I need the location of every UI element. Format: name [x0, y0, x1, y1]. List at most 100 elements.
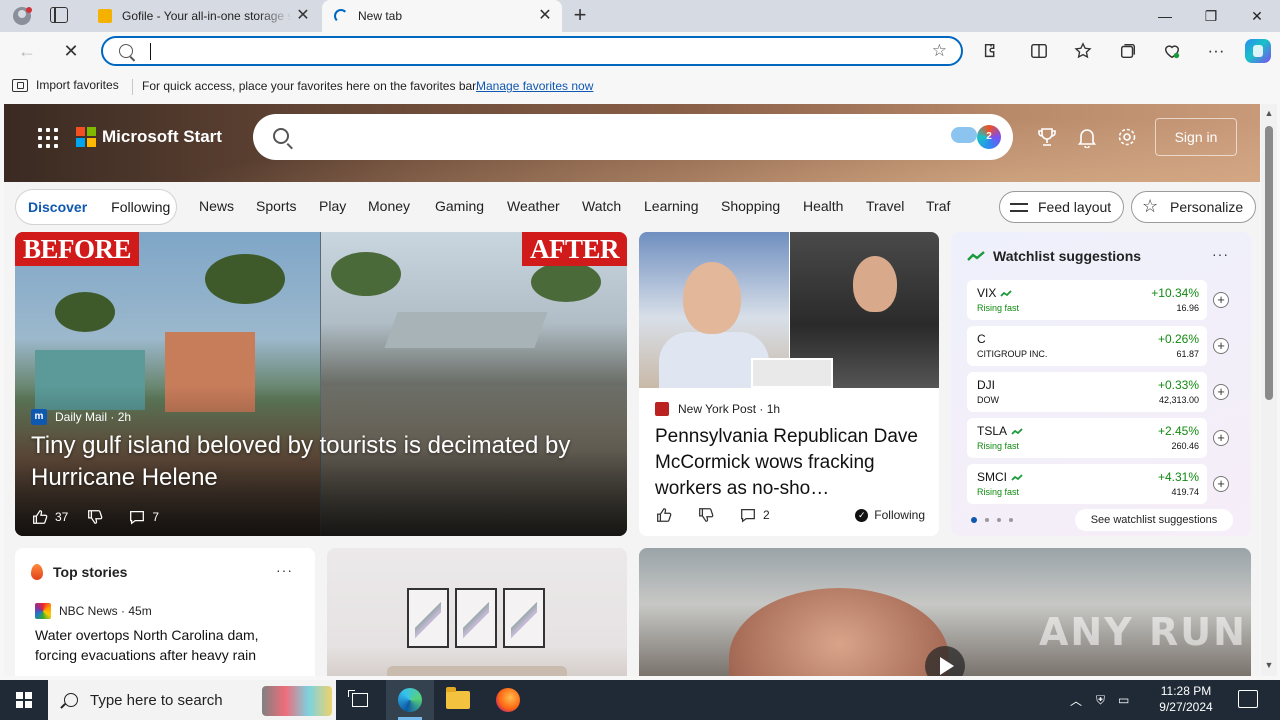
video-story-card[interactable]: ANY RUN — [639, 548, 1251, 676]
category-travel[interactable]: Travel — [866, 198, 904, 214]
profile-avatar-icon[interactable] — [8, 4, 36, 28]
category-play[interactable]: Play — [319, 198, 346, 214]
stock-row[interactable]: DJI DOW +0.33% 42,313.00 — [967, 372, 1207, 412]
close-tab-icon[interactable]: ✕ — [292, 5, 314, 27]
more-options-icon[interactable]: ··· — [1212, 246, 1229, 262]
add-to-watchlist-button[interactable]: + — [1213, 292, 1229, 308]
taskbar-file-explorer[interactable] — [434, 680, 482, 720]
dislike-button[interactable] — [86, 508, 110, 526]
start-button[interactable] — [0, 680, 48, 720]
personalize-button[interactable]: Personalize — [1131, 191, 1257, 223]
more-options-icon[interactable]: ··· — [276, 562, 293, 578]
story-headline[interactable]: Tiny gulf island beloved by tourists is … — [31, 430, 611, 494]
page-scrollbar[interactable]: ▲ ▼ — [1261, 104, 1277, 676]
play-icon[interactable] — [925, 646, 965, 676]
add-to-watchlist-button[interactable]: + — [1213, 476, 1229, 492]
following-button[interactable]: ✓ Following — [855, 508, 925, 522]
stock-subtitle: CITIGROUP INC. — [977, 349, 1048, 359]
copilot-badge-icon[interactable]: 2 — [977, 125, 1001, 149]
category-learning[interactable]: Learning — [644, 198, 699, 214]
image-story-card[interactable] — [327, 548, 627, 676]
like-button[interactable] — [655, 506, 679, 524]
close-tab-icon[interactable]: ✕ — [534, 5, 556, 27]
settings-gear-icon[interactable] — [1115, 125, 1139, 149]
category-shopping[interactable]: Shopping — [721, 198, 780, 214]
rewards-trophy-icon[interactable] — [1035, 125, 1059, 149]
category-health[interactable]: Health — [803, 198, 843, 214]
hero-story-card[interactable]: BEFORE AFTER m Daily Mail · 2h Tiny gulf… — [15, 232, 627, 536]
folder-icon — [446, 687, 470, 709]
scrollbar-thumb[interactable] — [1265, 126, 1273, 400]
category-money[interactable]: Money — [368, 198, 410, 214]
system-clock[interactable]: 11:28 PM 9/27/2024 — [1140, 683, 1232, 715]
restore-button[interactable]: ❐ — [1188, 0, 1234, 32]
tab-actions-icon[interactable] — [50, 7, 68, 23]
msn-start-page: Microsoft Start 2 Sign in Discover Follo… — [4, 104, 1260, 676]
task-view-button[interactable] — [336, 680, 384, 720]
category-traffic[interactable]: Traf — [926, 198, 950, 214]
source-name: New York Post — [678, 402, 757, 416]
see-watchlist-suggestions-button[interactable]: See watchlist suggestions — [1075, 509, 1233, 531]
story-headline[interactable]: Pennsylvania Republican Dave McCormick w… — [655, 424, 925, 502]
notifications-icon[interactable] — [1238, 690, 1258, 708]
minimize-button[interactable]: — — [1142, 0, 1188, 32]
copilot-icon[interactable] — [1245, 39, 1271, 63]
nbc-news-logo-icon — [35, 603, 51, 619]
taskbar-search-placeholder: Type here to search — [90, 691, 223, 709]
split-screen-icon[interactable] — [1024, 36, 1054, 66]
stock-row[interactable]: SMCI Rising fast +4.31% 419.74 — [967, 464, 1207, 504]
back-button[interactable]: ← — [12, 36, 42, 66]
tab-following[interactable]: Following — [99, 199, 182, 215]
show-hidden-icons-button[interactable]: ︿ — [1070, 680, 1082, 720]
address-input[interactable] — [149, 41, 909, 61]
add-favorite-star-icon[interactable]: ☆ — [932, 41, 947, 61]
comments-button[interactable]: 7 — [128, 508, 159, 526]
category-watch[interactable]: Watch — [582, 198, 621, 214]
weather-cloud-icon[interactable] — [951, 127, 977, 143]
notifications-bell-icon[interactable] — [1075, 125, 1099, 149]
category-sports[interactable]: Sports — [256, 198, 296, 214]
category-news[interactable]: News — [199, 198, 234, 214]
stock-row[interactable]: C CITIGROUP INC. +0.26% 61.87 — [967, 326, 1207, 366]
security-icon[interactable]: ⛨ — [1096, 680, 1105, 720]
like-button[interactable]: 37 — [31, 508, 68, 526]
network-icon[interactable]: ▭ — [1118, 680, 1129, 720]
settings-more-icon[interactable]: ··· — [1201, 36, 1231, 66]
new-tab-button[interactable]: + — [568, 4, 592, 28]
taskbar-firefox[interactable] — [484, 680, 532, 720]
carousel-pager[interactable] — [971, 517, 1013, 523]
tab-new-tab[interactable]: New tab ✕ — [322, 0, 562, 32]
dislike-button[interactable] — [697, 506, 721, 524]
manage-favorites-link[interactable]: Manage favorites now — [476, 79, 593, 93]
add-to-watchlist-button[interactable]: + — [1213, 338, 1229, 354]
story-card[interactable]: New York Post · 1h Pennsylvania Republic… — [639, 232, 939, 536]
stock-price: 61.87 — [1176, 349, 1199, 359]
taskbar-edge[interactable] — [386, 680, 434, 720]
tab-discover[interactable]: Discover — [16, 199, 99, 215]
sign-in-button[interactable]: Sign in — [1155, 118, 1237, 156]
brand-title[interactable]: Microsoft Start — [102, 127, 222, 147]
stock-row[interactable]: VIX Rising fast +10.34% 16.96 — [967, 280, 1207, 320]
collections-icon[interactable] — [1113, 36, 1143, 66]
tab-gofile[interactable]: Gofile - Your all-in-one storage solutio… — [86, 0, 320, 32]
web-search-box[interactable]: 2 — [253, 114, 1013, 160]
favorites-icon[interactable] — [1068, 36, 1098, 66]
category-weather[interactable]: Weather — [507, 198, 560, 214]
scroll-up-arrow-icon[interactable]: ▲ — [1264, 108, 1274, 118]
category-gaming[interactable]: Gaming — [435, 198, 484, 214]
close-window-button[interactable]: ✕ — [1234, 0, 1280, 32]
add-to-watchlist-button[interactable]: + — [1213, 384, 1229, 400]
story-headline[interactable]: Water overtops North Carolina dam, forci… — [35, 625, 285, 665]
app-launcher-icon[interactable] — [38, 128, 58, 148]
stop-loading-button[interactable]: ✕ — [56, 36, 86, 66]
feed-layout-button[interactable]: Feed layout — [999, 191, 1125, 223]
comments-button[interactable]: 2 — [739, 506, 770, 524]
extensions-icon[interactable] — [976, 36, 1006, 66]
taskbar-search[interactable]: Type here to search — [48, 680, 336, 720]
browser-essentials-icon[interactable] — [1157, 36, 1187, 66]
add-to-watchlist-button[interactable]: + — [1213, 430, 1229, 446]
stock-row[interactable]: TSLA Rising fast +2.45% 260.46 — [967, 418, 1207, 458]
import-favorites-button[interactable]: Import favorites — [12, 78, 119, 92]
scroll-down-arrow-icon[interactable]: ▼ — [1264, 660, 1274, 670]
address-bar[interactable]: ☆ — [101, 36, 963, 66]
